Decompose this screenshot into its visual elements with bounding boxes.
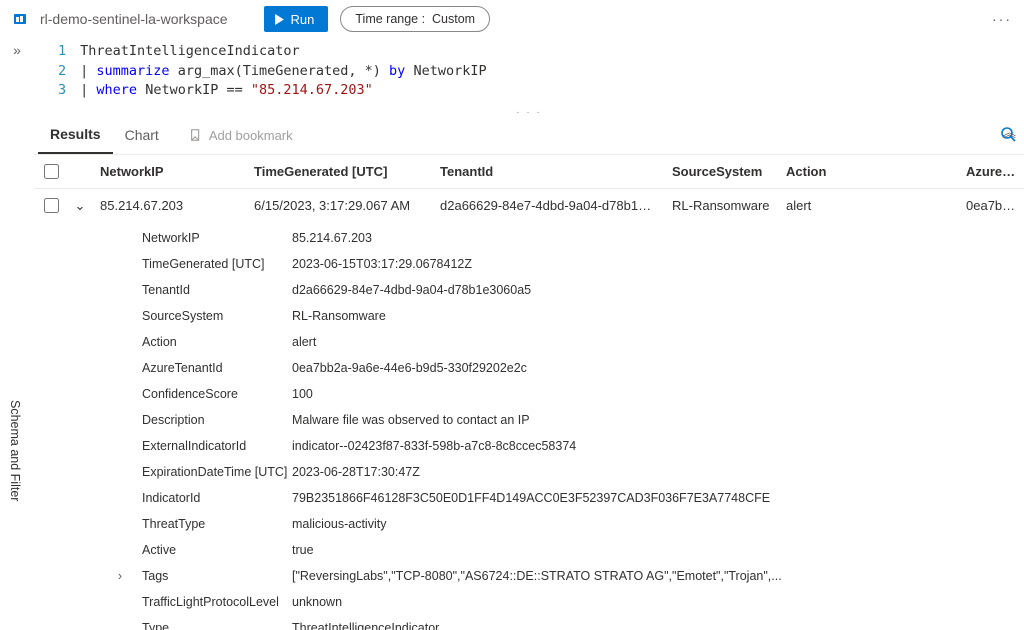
detail-value: RL-Ransomware bbox=[292, 309, 1024, 323]
detail-key: ThreatType bbox=[128, 517, 292, 531]
expand-sidebar-icon[interactable]: » bbox=[13, 42, 21, 58]
detail-key: TenantId bbox=[128, 283, 292, 297]
query-editor[interactable]: 123 ThreatIntelligenceIndicator | summar… bbox=[34, 38, 1024, 107]
run-button[interactable]: Run bbox=[264, 6, 329, 32]
row-expand-icon[interactable]: ⌄ bbox=[68, 198, 92, 214]
detail-row: Actionalert bbox=[34, 329, 1024, 355]
more-menu-icon[interactable]: ··· bbox=[992, 11, 1012, 27]
detail-value: unknown bbox=[292, 595, 1024, 609]
detail-row: ConfidenceScore100 bbox=[34, 381, 1024, 407]
col-action[interactable]: Action bbox=[778, 164, 958, 179]
detail-value: d2a66629-84e7-4dbd-9a04-d78b1e3060a5 bbox=[292, 283, 1024, 297]
detail-row: ›Tags["ReversingLabs","TCP-8080","AS6724… bbox=[34, 563, 1024, 589]
detail-value: 2023-06-28T17:30:47Z bbox=[292, 465, 1024, 479]
detail-value: 79B2351866F46128F3C50E0D1FF4D149ACC0E3F5… bbox=[292, 491, 1024, 505]
tab-chart[interactable]: Chart bbox=[113, 117, 171, 154]
col-networkip[interactable]: NetworkIP bbox=[92, 164, 246, 179]
detail-value: 100 bbox=[292, 387, 1024, 401]
col-azuretenant[interactable]: AzureTenan bbox=[958, 164, 1024, 179]
detail-value: true bbox=[292, 543, 1024, 557]
detail-row: DescriptionMalware file was observed to … bbox=[34, 407, 1024, 433]
resize-handle[interactable]: · · · bbox=[34, 107, 1024, 117]
workspace-icon bbox=[12, 11, 28, 27]
detail-key: TrafficLightProtocolLevel bbox=[128, 595, 292, 609]
detail-key: Tags bbox=[128, 569, 292, 583]
detail-key: ExpirationDateTime [UTC] bbox=[128, 465, 292, 479]
detail-row: Activetrue bbox=[34, 537, 1024, 563]
detail-value: alert bbox=[292, 335, 1024, 349]
detail-key: Active bbox=[128, 543, 292, 557]
cell-networkip: 85.214.67.203 bbox=[92, 198, 246, 213]
detail-value: indicator--02423f87-833f-598b-a7c8-8c8cc… bbox=[292, 439, 1024, 453]
detail-key: ExternalIndicatorId bbox=[128, 439, 292, 453]
detail-row: TypeThreatIntelligenceIndicator bbox=[34, 615, 1024, 630]
time-range-selector[interactable]: Time range : Custom bbox=[340, 6, 490, 32]
cell-tenant: d2a66629-84e7-4dbd-9a04-d78b1e3060a5 bbox=[432, 198, 664, 213]
cell-action: alert bbox=[778, 198, 958, 213]
gutter: 123 bbox=[58, 42, 80, 101]
detail-row: ExpirationDateTime [UTC]2023-06-28T17:30… bbox=[34, 459, 1024, 485]
select-all-checkbox[interactable] bbox=[44, 164, 59, 179]
detail-row: TrafficLightProtocolLevelunknown bbox=[34, 589, 1024, 615]
detail-value: Malware file was observed to contact an … bbox=[292, 413, 1024, 427]
col-timegenerated[interactable]: TimeGenerated [UTC] bbox=[246, 164, 432, 179]
detail-row: SourceSystemRL-Ransomware bbox=[34, 303, 1024, 329]
detail-key: IndicatorId bbox=[128, 491, 292, 505]
col-tenantid[interactable]: TenantId bbox=[432, 164, 664, 179]
col-sourcesystem[interactable]: SourceSystem bbox=[664, 164, 778, 179]
schema-filter-label[interactable]: Schema and Filter bbox=[8, 400, 22, 501]
tab-results[interactable]: Results bbox=[38, 117, 113, 154]
detail-key: NetworkIP bbox=[128, 231, 292, 245]
detail-row: ThreatTypemalicious-activity bbox=[34, 511, 1024, 537]
detail-key: SourceSystem bbox=[128, 309, 292, 323]
cell-aztenant: 0ea7bb2a-9 bbox=[958, 198, 1024, 213]
collapse-editor-icon[interactable]: ︽ bbox=[1003, 122, 1016, 141]
detail-value: ThreatIntelligenceIndicator bbox=[292, 621, 1024, 630]
add-bookmark-button: Add bookmark bbox=[189, 128, 293, 143]
grid-header: NetworkIP TimeGenerated [UTC] TenantId S… bbox=[34, 155, 1024, 189]
detail-value: 0ea7bb2a-9a6e-44e6-b9d5-330f29202e2c bbox=[292, 361, 1024, 375]
cell-time: 6/15/2023, 3:17:29.067 AM bbox=[246, 198, 432, 213]
expand-tags-icon[interactable]: › bbox=[34, 569, 128, 583]
detail-value: malicious-activity bbox=[292, 517, 1024, 531]
table-row[interactable]: ⌄ 85.214.67.203 6/15/2023, 3:17:29.067 A… bbox=[34, 189, 1024, 223]
detail-row: TenantIdd2a66629-84e7-4dbd-9a04-d78b1e30… bbox=[34, 277, 1024, 303]
detail-row: NetworkIP85.214.67.203 bbox=[34, 225, 1024, 251]
row-details: NetworkIP85.214.67.203TimeGenerated [UTC… bbox=[34, 223, 1024, 630]
detail-key: Type bbox=[128, 621, 292, 630]
detail-row: TimeGenerated [UTC]2023-06-15T03:17:29.0… bbox=[34, 251, 1024, 277]
detail-key: Action bbox=[128, 335, 292, 349]
detail-row: IndicatorId79B2351866F46128F3C50E0D1FF4D… bbox=[34, 485, 1024, 511]
detail-value: 85.214.67.203 bbox=[292, 231, 1024, 245]
detail-key: TimeGenerated [UTC] bbox=[128, 257, 292, 271]
detail-key: Description bbox=[128, 413, 292, 427]
workspace-name: rl-demo-sentinel-la-workspace bbox=[40, 11, 228, 27]
detail-value: 2023-06-15T03:17:29.0678412Z bbox=[292, 257, 1024, 271]
row-checkbox[interactable] bbox=[44, 198, 59, 213]
detail-key: ConfidenceScore bbox=[128, 387, 292, 401]
cell-source: RL-Ransomware bbox=[664, 198, 778, 213]
detail-row: ExternalIndicatorIdindicator--02423f87-8… bbox=[34, 433, 1024, 459]
detail-row: AzureTenantId0ea7bb2a-9a6e-44e6-b9d5-330… bbox=[34, 355, 1024, 381]
results-grid: NetworkIP TimeGenerated [UTC] TenantId S… bbox=[34, 155, 1024, 630]
detail-key: AzureTenantId bbox=[128, 361, 292, 375]
detail-value: ["ReversingLabs","TCP-8080","AS6724::DE:… bbox=[292, 569, 1024, 583]
